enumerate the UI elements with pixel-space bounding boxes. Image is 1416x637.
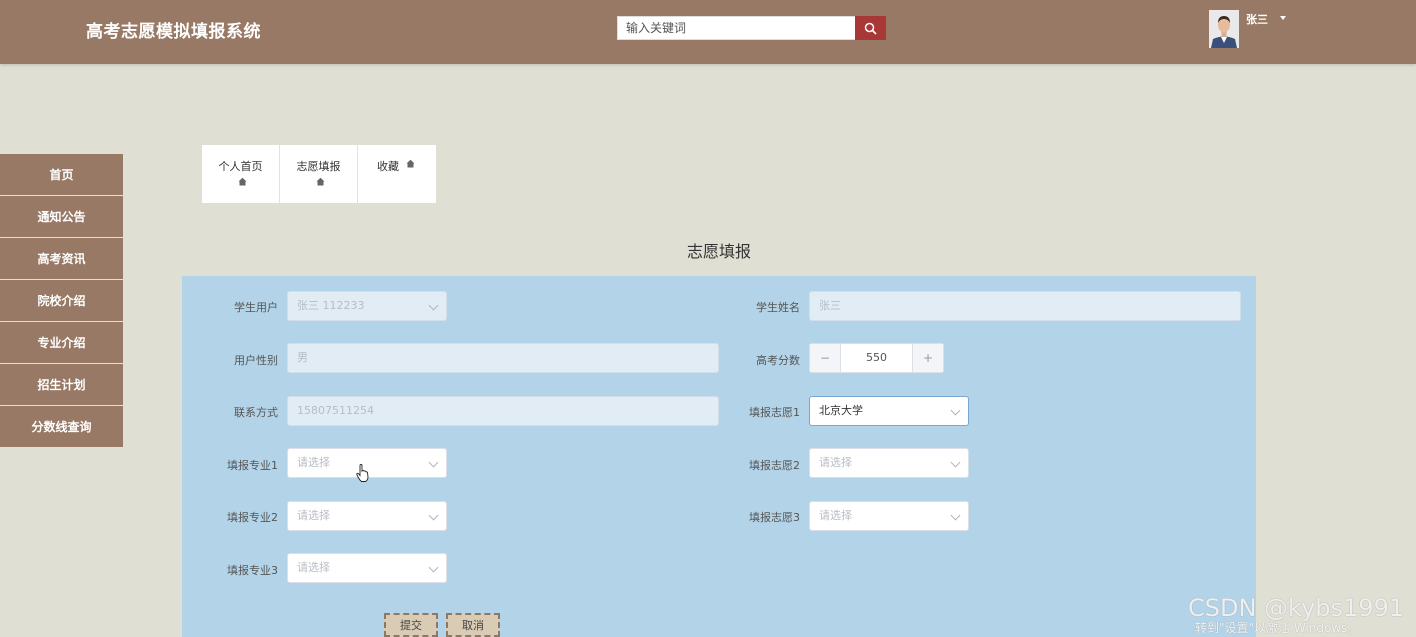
student-account-label: 学生用户 [234,301,278,314]
chevron-down-icon [428,457,439,468]
sidebar-item-announcements[interactable]: 通知公告 [0,196,123,237]
tab-personal-home[interactable]: 个人首页 [202,145,280,203]
chevron-down-icon [428,562,439,573]
score-value[interactable]: 550 [841,344,912,372]
choice1-value: 北京大学 [819,404,863,417]
major2-select[interactable]: 请选择 [287,501,447,531]
user-center-tabs: 个人首页 志愿填报 收藏 [202,145,436,203]
increment-button[interactable]: + [912,344,943,372]
top-navbar: 高考志愿模拟填报系统 张三 [0,0,1416,64]
major2-label: 填报专业2 [227,511,278,524]
sidebar-item-score-query[interactable]: 分数线查询 [0,406,123,447]
search-bar [617,16,886,40]
student-name-field: 张三 [809,291,1241,321]
sidebar: 首页 通知公告 高考资讯 院校介绍 专业介绍 招生计划 分数线查询 [0,154,123,448]
tab-label: 志愿填报 [296,160,341,173]
chevron-down-icon [950,405,961,416]
username[interactable]: 张三 [1246,11,1268,27]
chevron-down-icon [950,510,961,521]
choice1-label: 填报志愿1 [749,406,800,419]
student-account-value: 张三 112233 [297,299,365,312]
user-photo-icon [1209,10,1239,48]
sidebar-item-majors[interactable]: 专业介绍 [0,322,123,363]
home-icon [316,177,325,186]
choice2-select[interactable]: 请选择 [809,448,969,478]
search-button[interactable] [855,16,886,40]
major2-placeholder: 请选择 [297,509,330,522]
sidebar-item-enrollment-plan[interactable]: 招生计划 [0,364,123,405]
tab-label: 个人首页 [218,160,263,173]
app-title: 高考志愿模拟填报系统 [86,22,261,42]
csdn-watermark: CSDN @kybs1991 [1188,594,1405,622]
search-icon [864,22,877,35]
phone-field: 15807511254 [287,396,719,426]
major1-placeholder: 请选择 [297,456,330,469]
choice3-placeholder: 请选择 [819,509,852,522]
gender-field: 男 [287,343,719,373]
avatar[interactable] [1209,10,1239,48]
search-input[interactable] [617,16,855,40]
home-icon [238,177,247,186]
choice3-select[interactable]: 请选择 [809,501,969,531]
choice1-select[interactable]: 北京大学 [809,396,969,426]
choice2-label: 填报志愿2 [749,459,800,472]
sidebar-item-home[interactable]: 首页 [0,154,123,195]
choice3-label: 填报志愿3 [749,511,800,524]
sidebar-item-colleges[interactable]: 院校介绍 [0,280,123,321]
gender-label: 用户性别 [234,354,278,367]
home-icon [406,159,415,168]
page-title: 志愿填报 [686,242,751,261]
chevron-down-icon[interactable] [1280,16,1286,20]
student-name-label: 学生姓名 [756,301,800,314]
windows-activation-text: 转到"设置"以激活 Windows。 [1195,621,1360,635]
submit-button[interactable]: 提交 [384,613,438,637]
score-label: 高考分数 [756,354,800,367]
chevron-down-icon [950,457,961,468]
student-account-select: 张三 112233 [287,291,447,321]
chevron-down-icon [428,300,439,311]
tab-favorites[interactable]: 收藏 [358,145,436,203]
major1-label: 填报专业1 [227,459,278,472]
score-stepper: − 550 + [809,343,944,373]
major3-label: 填报专业3 [227,564,278,577]
choice2-placeholder: 请选择 [819,456,852,469]
phone-label: 联系方式 [234,406,278,419]
hand-cursor-icon [356,464,369,482]
major3-select[interactable]: 请选择 [287,553,447,583]
chevron-down-icon [428,510,439,521]
tab-application-filling[interactable]: 志愿填报 [280,145,358,203]
major3-placeholder: 请选择 [297,561,330,574]
cancel-button[interactable]: 取消 [446,613,500,637]
application-form: 学生用户 张三 112233 学生姓名 张三 用户性别 男 高考分数 − 550… [182,276,1256,637]
decrement-button[interactable]: − [810,344,841,372]
